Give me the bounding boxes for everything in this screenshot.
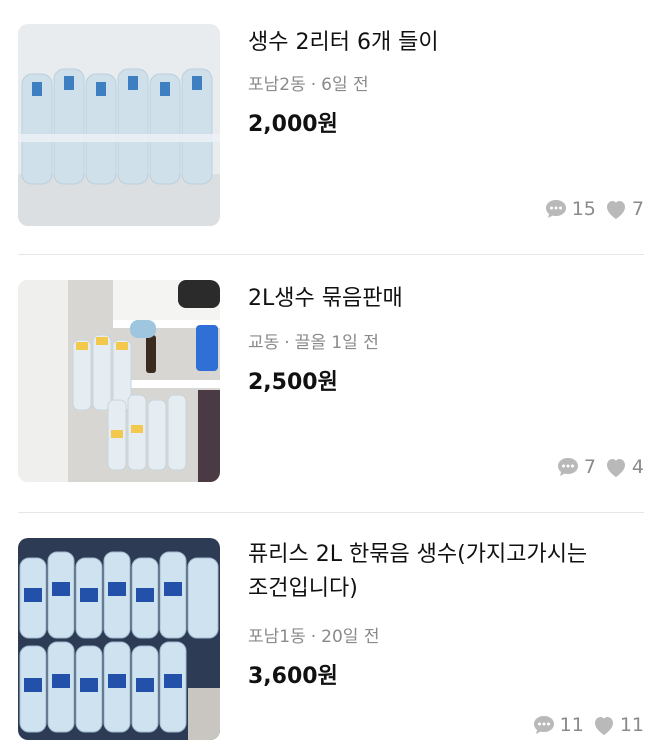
listing-title[interactable]: 생수 2리터 6개 들이 (248, 26, 439, 60)
heart-icon (604, 198, 628, 220)
chat-count: 7 (583, 456, 596, 478)
listing-price: 2,000원 (248, 112, 338, 137)
listing-item[interactable]: 2L생수 묶음판매 교동 · 끌올 1일 전 2,500원 7 4 (0, 256, 658, 510)
listing-meta: 포남2동 · 6일 전 (248, 70, 369, 95)
chat-bubble-icon (544, 198, 568, 220)
like-count: 4 (631, 456, 644, 478)
listing-stats: 7 4 (556, 456, 644, 478)
listing-thumbnail[interactable] (18, 24, 220, 226)
listing-title-line: 조건입니다) (248, 576, 358, 601)
like-count: 11 (619, 714, 644, 736)
meta-separator: · (310, 75, 317, 95)
listing-location: 포남1동 (248, 627, 306, 647)
listing-time: 끌올 1일 전 (294, 333, 379, 353)
listing-item[interactable]: 퓨리스 2L 한묶음 생수(가지고가시는 조건입니다) 포남1동 · 20일 전 3… (0, 514, 658, 755)
list-divider (18, 254, 644, 255)
heart-icon (592, 714, 616, 736)
listing-meta: 포남1동 · 20일 전 (248, 622, 379, 647)
listing-thumbnail[interactable] (18, 280, 220, 482)
listing-title[interactable]: 2L생수 묶음판매 (248, 282, 403, 316)
listing-thumbnail[interactable] (18, 538, 220, 740)
listing-title[interactable]: 퓨리스 2L 한묶음 생수(가지고가시는 조건입니다) (248, 538, 587, 606)
listing-location: 교동 (248, 333, 280, 353)
listing-price: 2,500원 (248, 370, 338, 395)
listing-stats: 15 7 (544, 198, 644, 220)
like-count: 7 (631, 198, 644, 220)
listing-time: 6일 전 (321, 75, 369, 95)
listing-title-line: 퓨리스 2L 한묶음 생수(가지고가시는 (248, 542, 588, 567)
heart-icon (604, 456, 628, 478)
listing-location: 포남2동 (248, 75, 306, 95)
listing-stats: 11 11 (532, 714, 644, 736)
meta-separator: · (284, 333, 290, 353)
listing-meta: 교동 · 끌올 1일 전 (248, 328, 379, 353)
listing-price: 3,600원 (248, 664, 338, 689)
meta-separator: · (310, 627, 317, 647)
list-divider (18, 512, 644, 513)
listing-time: 20일 전 (321, 627, 380, 647)
chat-count: 11 (559, 714, 584, 736)
listing-item[interactable]: 생수 2리터 6개 들이 포남2동 · 6일 전 2,000원 15 7 (0, 0, 658, 252)
chat-bubble-icon (532, 714, 556, 736)
chat-count: 15 (571, 198, 596, 220)
chat-bubble-icon (556, 456, 580, 478)
